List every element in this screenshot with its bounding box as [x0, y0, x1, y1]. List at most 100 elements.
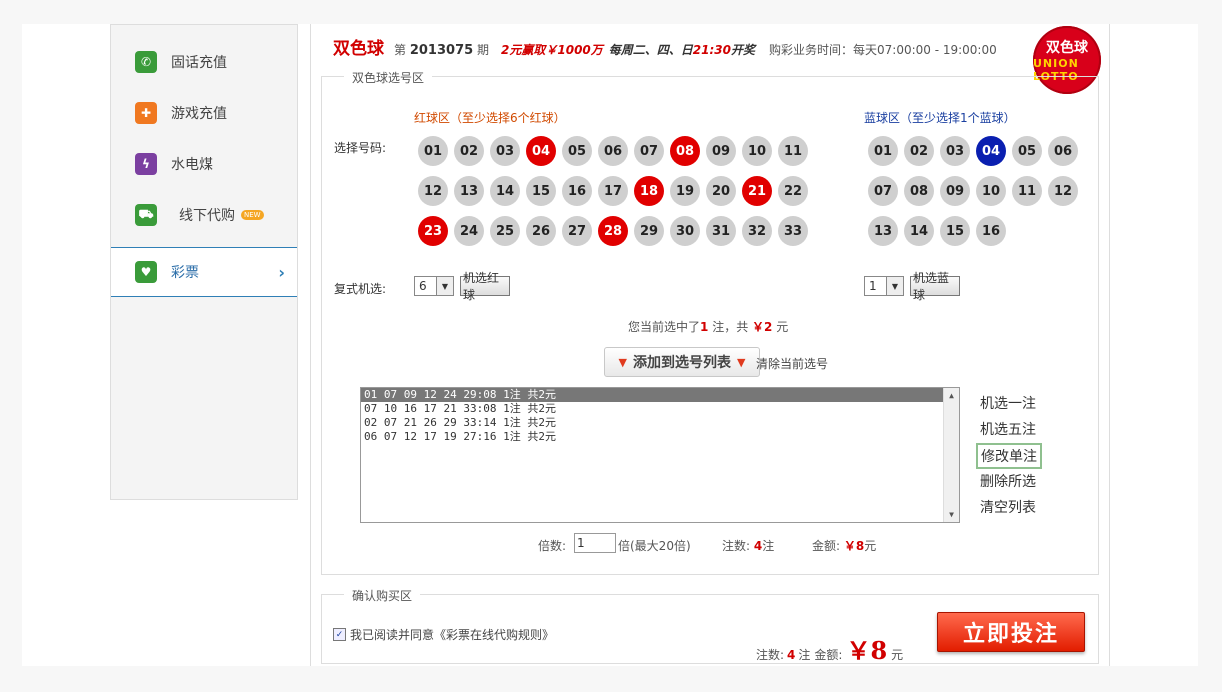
- sidebar-item-lottery[interactable]: ♥ 彩票 ›: [111, 247, 297, 297]
- red-ball[interactable]: 15: [526, 176, 556, 206]
- random-blue-button[interactable]: 机选蓝球: [910, 271, 960, 302]
- scroll-up-icon[interactable]: ▲: [944, 388, 959, 403]
- red-ball[interactable]: 11: [778, 136, 808, 166]
- current-bets: 1: [700, 320, 709, 334]
- blue-ball[interactable]: 02: [904, 136, 934, 166]
- choose-number-label: 选择号码:: [334, 141, 387, 155]
- blue-ball[interactable]: 11: [1012, 176, 1042, 206]
- blue-ball[interactable]: 09: [940, 176, 970, 206]
- bets-value: 4: [753, 539, 763, 553]
- random-five-button[interactable]: 机选五注: [980, 419, 1036, 439]
- red-ball[interactable]: 02: [454, 136, 484, 166]
- red-ball[interactable]: 08: [670, 136, 700, 166]
- red-ball[interactable]: 09: [706, 136, 736, 166]
- red-ball[interactable]: 04: [526, 136, 556, 166]
- blue-ball[interactable]: 16: [976, 216, 1006, 246]
- add-to-list-button[interactable]: ▼ 添加到选号列表 ▼: [604, 347, 760, 377]
- red-ball[interactable]: 30: [670, 216, 700, 246]
- random-red-button[interactable]: 机选红球: [460, 271, 510, 302]
- red-ball[interactable]: 29: [634, 216, 664, 246]
- blue-count-select[interactable]: 1 ▼: [864, 276, 904, 296]
- blue-ball[interactable]: 10: [976, 176, 1006, 206]
- listbox-scrollbar[interactable]: ▲ ▼: [943, 388, 959, 522]
- red-ball[interactable]: 32: [742, 216, 772, 246]
- clear-current-link[interactable]: 清除当前选号: [756, 355, 828, 372]
- red-ball[interactable]: 22: [778, 176, 808, 206]
- red-ball[interactable]: 17: [598, 176, 628, 206]
- red-ball[interactable]: 16: [562, 176, 592, 206]
- red-ball[interactable]: 18: [634, 176, 664, 206]
- red-ball[interactable]: 27: [562, 216, 592, 246]
- amount-total: 金额: ￥8元: [812, 537, 876, 554]
- list-item[interactable]: 01 07 09 12 24 29:08 1注 共2元: [361, 388, 944, 402]
- random-one-button[interactable]: 机选一注: [980, 393, 1036, 413]
- sidebar-item-landline[interactable]: ✆ 固话充值: [111, 37, 297, 87]
- red-ball[interactable]: 31: [706, 216, 736, 246]
- red-ball[interactable]: 33: [778, 216, 808, 246]
- blue-ball[interactable]: 12: [1048, 176, 1078, 206]
- red-ball[interactable]: 10: [742, 136, 772, 166]
- red-ball[interactable]: 20: [706, 176, 736, 206]
- confirm-legend: 确认购买区: [344, 587, 421, 604]
- scroll-down-icon[interactable]: ▼: [944, 507, 959, 522]
- blue-ball[interactable]: 13: [868, 216, 898, 246]
- amount-label: 金额:: [812, 539, 841, 553]
- blue-ball[interactable]: 04: [976, 136, 1006, 166]
- blue-ball[interactable]: 14: [904, 216, 934, 246]
- red-ball[interactable]: 25: [490, 216, 520, 246]
- blue-ball[interactable]: 07: [868, 176, 898, 206]
- issue-prefix: 第: [394, 43, 407, 57]
- clear-list-button[interactable]: 清空列表: [980, 497, 1036, 517]
- delete-selected-button[interactable]: 删除所选: [980, 471, 1036, 491]
- red-ball[interactable]: 19: [670, 176, 700, 206]
- red-ball[interactable]: 26: [526, 216, 556, 246]
- blue-ball[interactable]: 05: [1012, 136, 1042, 166]
- agree-checkbox[interactable]: ✓: [333, 628, 346, 641]
- red-ball[interactable]: 12: [418, 176, 448, 206]
- current-selection-summary: 您当前选中了1 注，共 ￥2 元: [628, 318, 788, 335]
- agree-checkbox-row[interactable]: ✓ 我已阅读并同意《彩票在线代购规则》: [333, 626, 554, 643]
- blue-zone-label: 蓝球区（至少选择1个蓝球）: [864, 111, 1016, 125]
- red-ball[interactable]: 14: [490, 176, 520, 206]
- red-ball[interactable]: 05: [562, 136, 592, 166]
- red-ball[interactable]: 24: [454, 216, 484, 246]
- red-count-select[interactable]: 6 ▼: [414, 276, 454, 296]
- red-ball[interactable]: 01: [418, 136, 448, 166]
- sidebar-item-utility[interactable]: ϟ 水电煤: [111, 139, 297, 189]
- new-badge: NEW: [241, 210, 264, 220]
- lottery-header: 双色球 第 2013075 期 2元赢取￥1000万 每周二、四、日21:30开…: [333, 34, 997, 59]
- red-ball[interactable]: 21: [742, 176, 772, 206]
- bets-label: 注数:: [722, 539, 751, 553]
- confirm-amount-value: ￥8: [846, 636, 888, 665]
- blue-ball[interactable]: 03: [940, 136, 970, 166]
- list-item[interactable]: 02 07 21 26 29 33:14 1注 共2元: [361, 416, 944, 430]
- promo-text: 2元赢取￥1000万: [501, 43, 603, 57]
- blue-ball[interactable]: 06: [1048, 136, 1078, 166]
- red-ball[interactable]: 03: [490, 136, 520, 166]
- multiplier-input[interactable]: 1: [574, 533, 616, 553]
- confirm-amount-label: 金额:: [814, 648, 843, 662]
- submit-bet-button[interactable]: 立即投注: [937, 612, 1085, 652]
- logo-top: 双色球: [1046, 40, 1088, 56]
- agree-text[interactable]: 我已阅读并同意《彩票在线代购规则》: [350, 626, 554, 643]
- selection-listbox[interactable]: 01 07 09 12 24 29:08 1注 共2元 07 10 16 17 2…: [360, 387, 960, 523]
- list-item[interactable]: 07 10 16 17 21 33:08 1注 共2元: [361, 402, 944, 416]
- sidebar-item-label: 固话充值: [171, 55, 227, 71]
- blue-ball[interactable]: 08: [904, 176, 934, 206]
- blue-ball[interactable]: 15: [940, 216, 970, 246]
- current-mid: 注，共: [712, 320, 749, 334]
- red-ball[interactable]: 13: [454, 176, 484, 206]
- edit-single-button[interactable]: 修改单注: [976, 443, 1042, 469]
- sidebar-item-offline[interactable]: ⛟ 线下代购 NEW: [111, 190, 297, 240]
- red-ball[interactable]: 23: [418, 216, 448, 246]
- sidebar-item-game[interactable]: ✚ 游戏充值: [111, 88, 297, 138]
- arrow-down-icon: ▼: [618, 355, 627, 369]
- list-item[interactable]: 06 07 12 17 19 27:16 1注 共2元: [361, 430, 944, 444]
- blue-ball[interactable]: 01: [868, 136, 898, 166]
- red-ball[interactable]: 07: [634, 136, 664, 166]
- current-suffix: 元: [776, 320, 789, 334]
- selection-legend: 双色球选号区: [344, 69, 433, 86]
- sidebar-item-label: 游戏充值: [171, 106, 227, 122]
- red-ball[interactable]: 28: [598, 216, 628, 246]
- red-ball[interactable]: 06: [598, 136, 628, 166]
